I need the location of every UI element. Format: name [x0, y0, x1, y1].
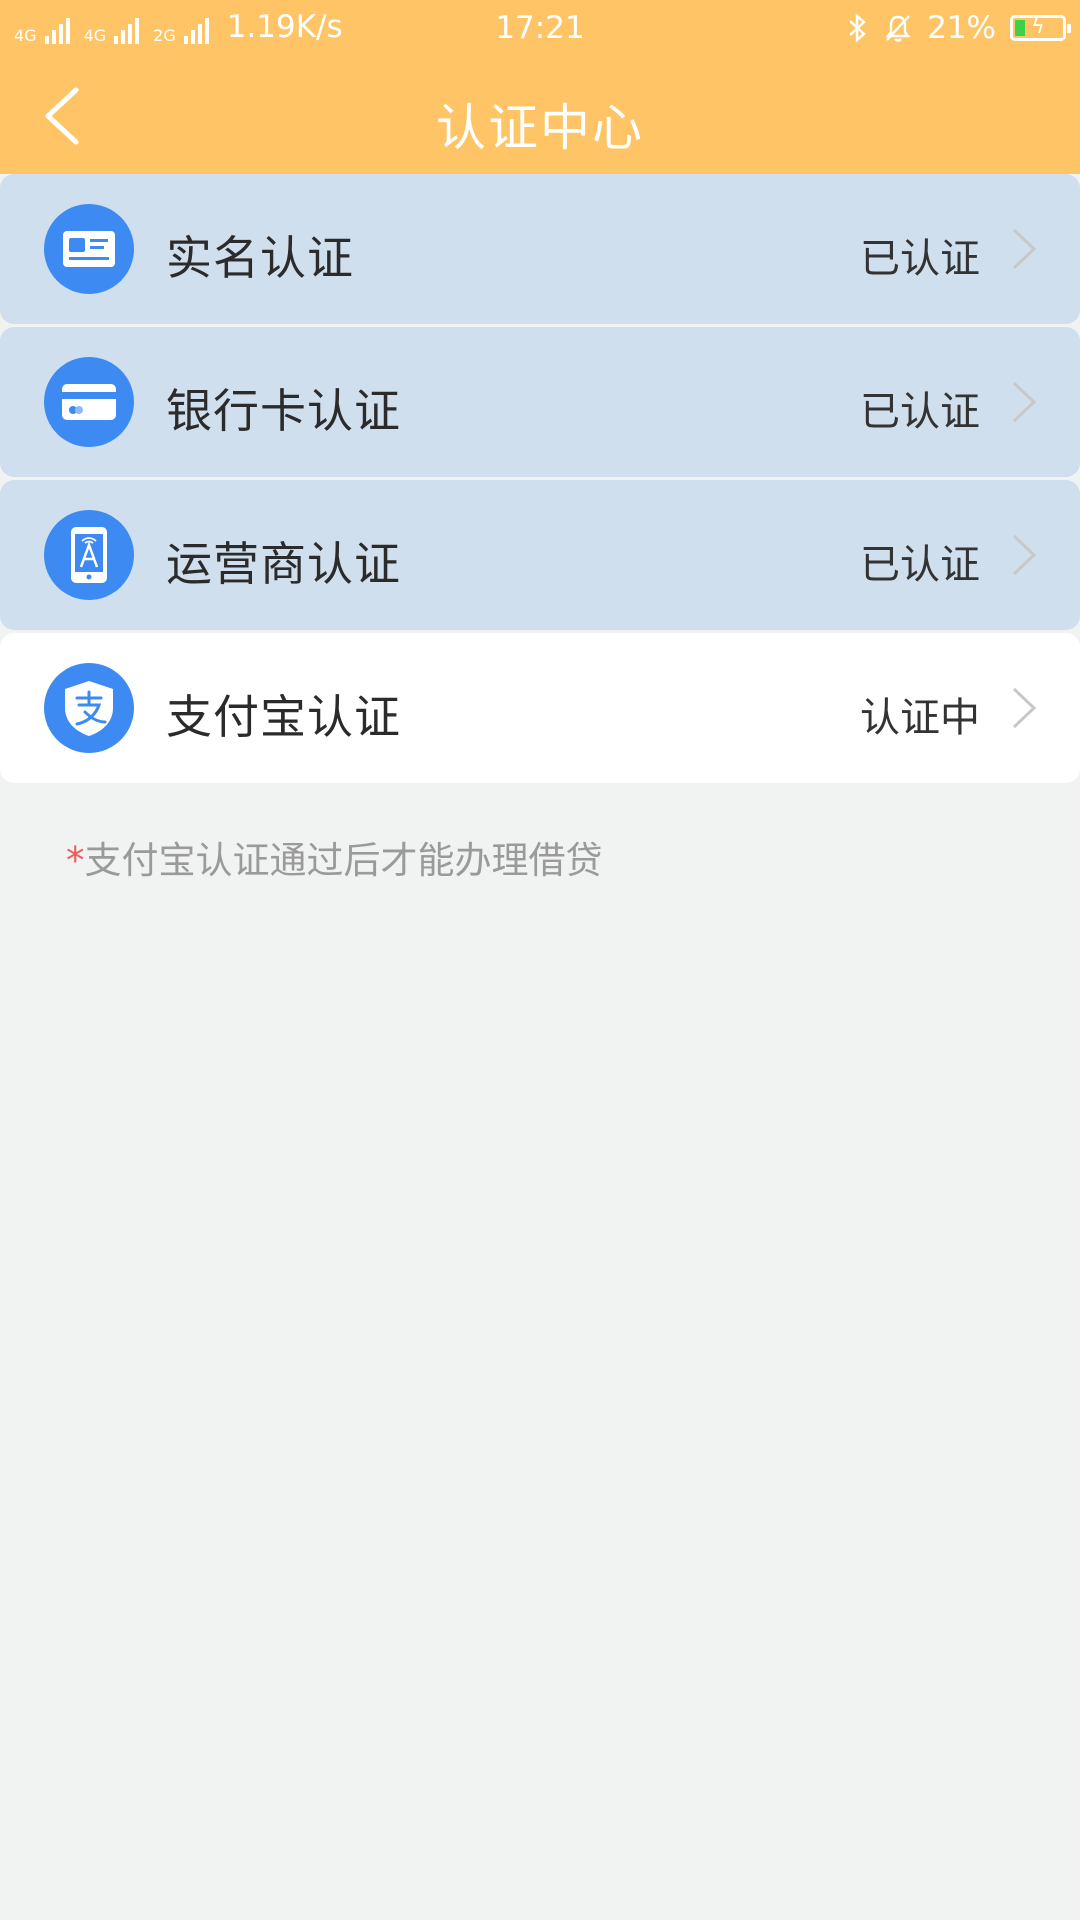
- alipay-shield-icon: [44, 663, 134, 753]
- list-item-bank-card[interactable]: 银行卡认证 已认证: [0, 327, 1080, 477]
- chevron-right-icon: [1012, 534, 1037, 576]
- item-status: 已认证: [860, 542, 980, 588]
- bell-muted-icon: [885, 15, 911, 42]
- id-card-icon: [44, 204, 134, 294]
- item-label: 银行卡认证: [166, 384, 401, 438]
- verification-list: 实名认证 已认证 银行卡认证 已认证 运营商认证 已认证 支付宝认证 认证中: [0, 174, 1080, 786]
- page-title: 认证中心: [436, 99, 644, 157]
- battery-percent: 21%: [927, 10, 996, 46]
- alipay-note: *支付宝认证通过后才能办理借贷: [66, 830, 603, 884]
- note-text: 支付宝认证通过后才能办理借贷: [84, 839, 603, 882]
- chevron-right-icon: [1012, 687, 1037, 729]
- required-marker: *: [66, 839, 85, 882]
- item-label: 实名认证: [166, 231, 354, 285]
- nav-bar: 认证中心: [0, 58, 1080, 174]
- item-label: 支付宝认证: [166, 690, 401, 744]
- status-bar: 4G 4G 2G 1.19K/s 17:21 21% ϟ: [0, 0, 1080, 58]
- list-item-carrier[interactable]: 运营商认证 已认证: [0, 480, 1080, 630]
- item-label: 运营商认证: [166, 537, 401, 591]
- battery-icon: ϟ: [1010, 14, 1071, 41]
- charging-bolt-icon: ϟ: [1031, 14, 1045, 38]
- list-item-alipay[interactable]: 支付宝认证 认证中: [0, 633, 1080, 783]
- carrier-phone-icon: [44, 510, 134, 600]
- item-status: 已认证: [860, 389, 980, 435]
- chevron-right-icon: [1012, 228, 1037, 270]
- list-item-real-name[interactable]: 实名认证 已认证: [0, 174, 1080, 324]
- bank-card-icon: [44, 357, 134, 447]
- chevron-right-icon: [1012, 381, 1037, 423]
- status-right: 21% ϟ: [847, 10, 1071, 46]
- item-status: 认证中: [860, 695, 980, 741]
- top-bar: 4G 4G 2G 1.19K/s 17:21 21% ϟ 认证中心: [0, 0, 1080, 174]
- bluetooth-icon: [849, 13, 866, 43]
- item-status: 已认证: [860, 236, 980, 282]
